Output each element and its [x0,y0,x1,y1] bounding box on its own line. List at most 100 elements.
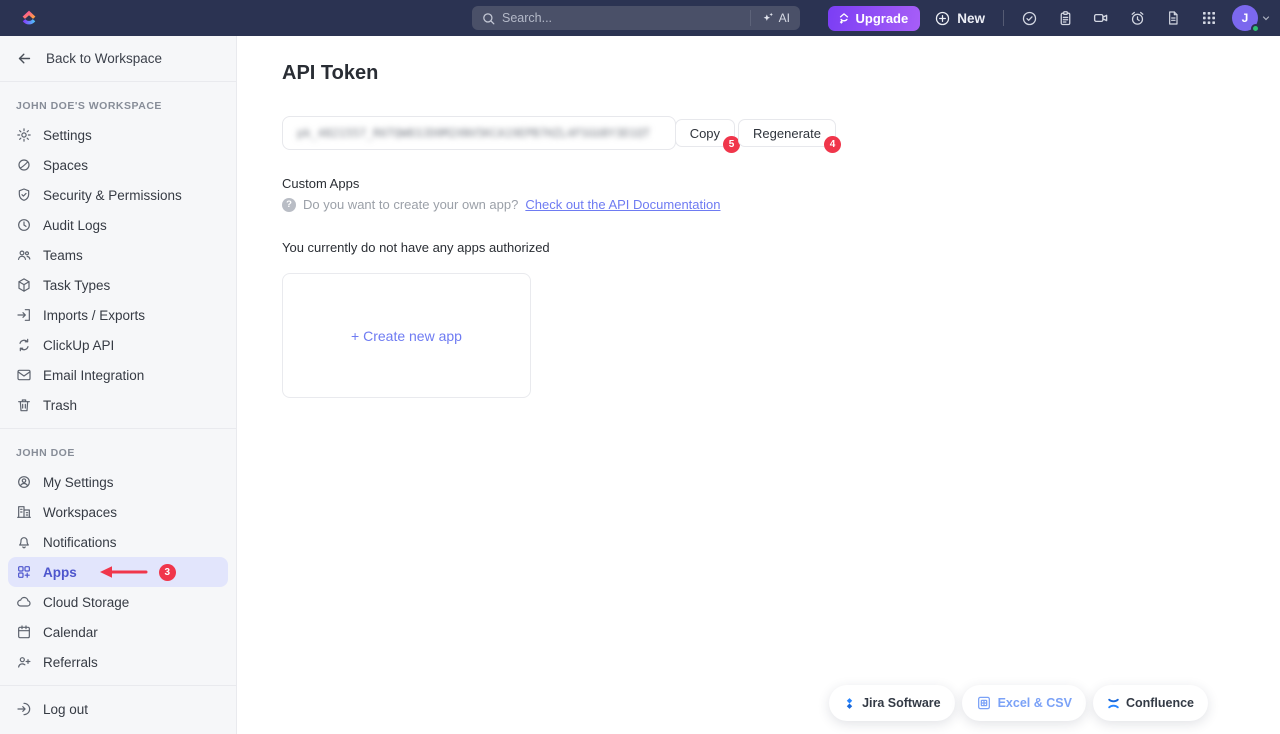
planet-icon [16,157,32,173]
upgrade-button[interactable]: Upgrade [828,6,921,31]
item-label: Calendar [43,625,98,640]
regenerate-label: Regenerate [753,126,821,141]
gear-icon [16,127,32,143]
document-icon[interactable] [1158,3,1188,33]
custom-apps-help-line: ? Do you want to create your own app? Ch… [282,197,1280,212]
sidebar-item-imports-exports[interactable]: Imports / Exports [0,300,236,330]
sidebar-item-teams[interactable]: Teams [0,240,236,270]
envelope-icon [16,367,32,383]
api-documentation-link[interactable]: Check out the API Documentation [525,197,720,212]
new-label: New [957,11,985,26]
sidebar-item-spaces[interactable]: Spaces [0,150,236,180]
people-icon [16,247,32,263]
buildings-icon [16,504,32,520]
item-label: Task Types [43,278,110,293]
sparkles-icon [761,11,775,25]
back-to-workspace[interactable]: Back to Workspace [0,36,236,82]
alarm-clock-icon[interactable] [1122,3,1152,33]
item-label: Referrals [43,655,98,670]
spreadsheet-icon [976,695,992,711]
ai-button[interactable]: AI [750,10,800,26]
copy-label: Copy [690,126,720,141]
help-icon: ? [282,198,296,212]
shield-check-icon [16,187,32,203]
item-label: Imports / Exports [43,308,145,323]
plus-circle-icon [934,10,951,27]
trash-icon [16,397,32,413]
sidebar-item-calendar[interactable]: Calendar [0,617,236,647]
sidebar-item-security-permissions[interactable]: Security & Permissions [0,180,236,210]
jira-software-button[interactable]: Jira Software [829,685,955,721]
pill-label: Excel & CSV [998,696,1072,710]
integration-shortcuts: Jira Software Excel & CSV Confluence [829,685,1208,721]
item-label: Trash [43,398,77,413]
pill-label: Confluence [1126,696,1194,710]
ai-label: AI [779,11,790,25]
clock-icon [16,217,32,233]
search-icon [481,11,496,26]
create-new-app-card[interactable]: + Create new app [282,273,531,398]
item-label: Spaces [43,158,88,173]
annotation-arrow-left-icon [98,565,148,579]
video-camera-icon[interactable] [1086,3,1116,33]
excel-csv-button[interactable]: Excel & CSV [962,685,1086,721]
sidebar-item-notifications[interactable]: Notifications [0,527,236,557]
confluence-icon [1107,697,1120,710]
sidebar-item-cloud-storage[interactable]: Cloud Storage [0,587,236,617]
user-menu[interactable]: J [1232,5,1272,31]
avatar-initial: J [1242,11,1249,25]
sidebar-item-email-integration[interactable]: Email Integration [0,360,236,390]
main-content: API Token pk_4821557_R6TQW83JD0M2XNV5KCA… [237,36,1280,734]
sidebar-item-task-types[interactable]: Task Types [0,270,236,300]
copy-button[interactable]: Copy 5 [675,119,735,147]
custom-apps-heading: Custom Apps [282,176,1280,191]
sidebar-item-trash[interactable]: Trash [0,390,236,420]
topbar-divider [1003,10,1004,26]
sidebar-item-audit-logs[interactable]: Audit Logs [0,210,236,240]
item-label: Log out [43,702,88,717]
sidebar-item-log-out[interactable]: Log out [0,694,236,724]
item-label: Email Integration [43,368,144,383]
confluence-button[interactable]: Confluence [1093,685,1208,721]
clickup-logo-icon[interactable] [18,7,40,29]
avatar: J [1232,5,1258,31]
settings-sidebar: Back to Workspace JOHN DOE'S WORKSPACE S… [0,36,237,734]
bell-icon [16,534,32,550]
new-button[interactable]: New [926,10,993,27]
help-text: Do you want to create your own app? [303,197,518,212]
notepad-icon[interactable] [1050,3,1080,33]
item-label: ClickUp API [43,338,114,353]
cube-icon [16,277,32,293]
jira-icon [843,697,856,710]
api-token-value-redacted: pk_4821557_R6TQW83JD0M2XNV5KCA19EPB7HZL4… [297,126,650,140]
logout-section: Log out [0,686,236,732]
user-circle-icon [16,474,32,490]
item-label: Settings [43,128,92,143]
arrow-left-icon [16,50,33,67]
search-bar[interactable]: AI [472,6,800,30]
workspace-section-title: JOHN DOE'S WORKSPACE [0,90,236,120]
api-token-row: pk_4821557_R6TQW83JD0M2XNV5KCA19EPB7HZL4… [282,116,836,150]
regenerate-button[interactable]: Regenerate 4 [738,119,836,147]
sidebar-item-referrals[interactable]: Referrals [0,647,236,677]
api-token-field[interactable]: pk_4821557_R6TQW83JD0M2XNV5KCA19EPB7HZL4… [282,116,676,150]
apps-plus-icon [16,564,32,580]
item-label: Cloud Storage [43,595,129,610]
workspace-section: JOHN DOE'S WORKSPACE Settings Spaces [0,82,236,429]
sidebar-item-clickup-api[interactable]: ClickUp API [0,330,236,360]
item-label: My Settings [43,475,114,490]
sidebar-item-my-settings[interactable]: My Settings [0,467,236,497]
user-plus-icon [16,654,32,670]
tasks-check-icon[interactable] [1014,3,1044,33]
upgrade-icon [837,11,851,25]
chevron-down-icon [1260,12,1272,24]
sidebar-item-settings[interactable]: Settings [0,120,236,150]
sidebar-item-apps[interactable]: Apps 3 [8,557,228,587]
clickup-api-icon [16,337,32,353]
user-section-title: JOHN DOE [0,437,236,467]
apps-grid-icon[interactable] [1194,3,1224,33]
back-label: Back to Workspace [46,51,162,66]
sidebar-item-workspaces[interactable]: Workspaces [0,497,236,527]
search-input[interactable] [496,11,750,25]
annotation-badge-3: 3 [159,564,176,581]
